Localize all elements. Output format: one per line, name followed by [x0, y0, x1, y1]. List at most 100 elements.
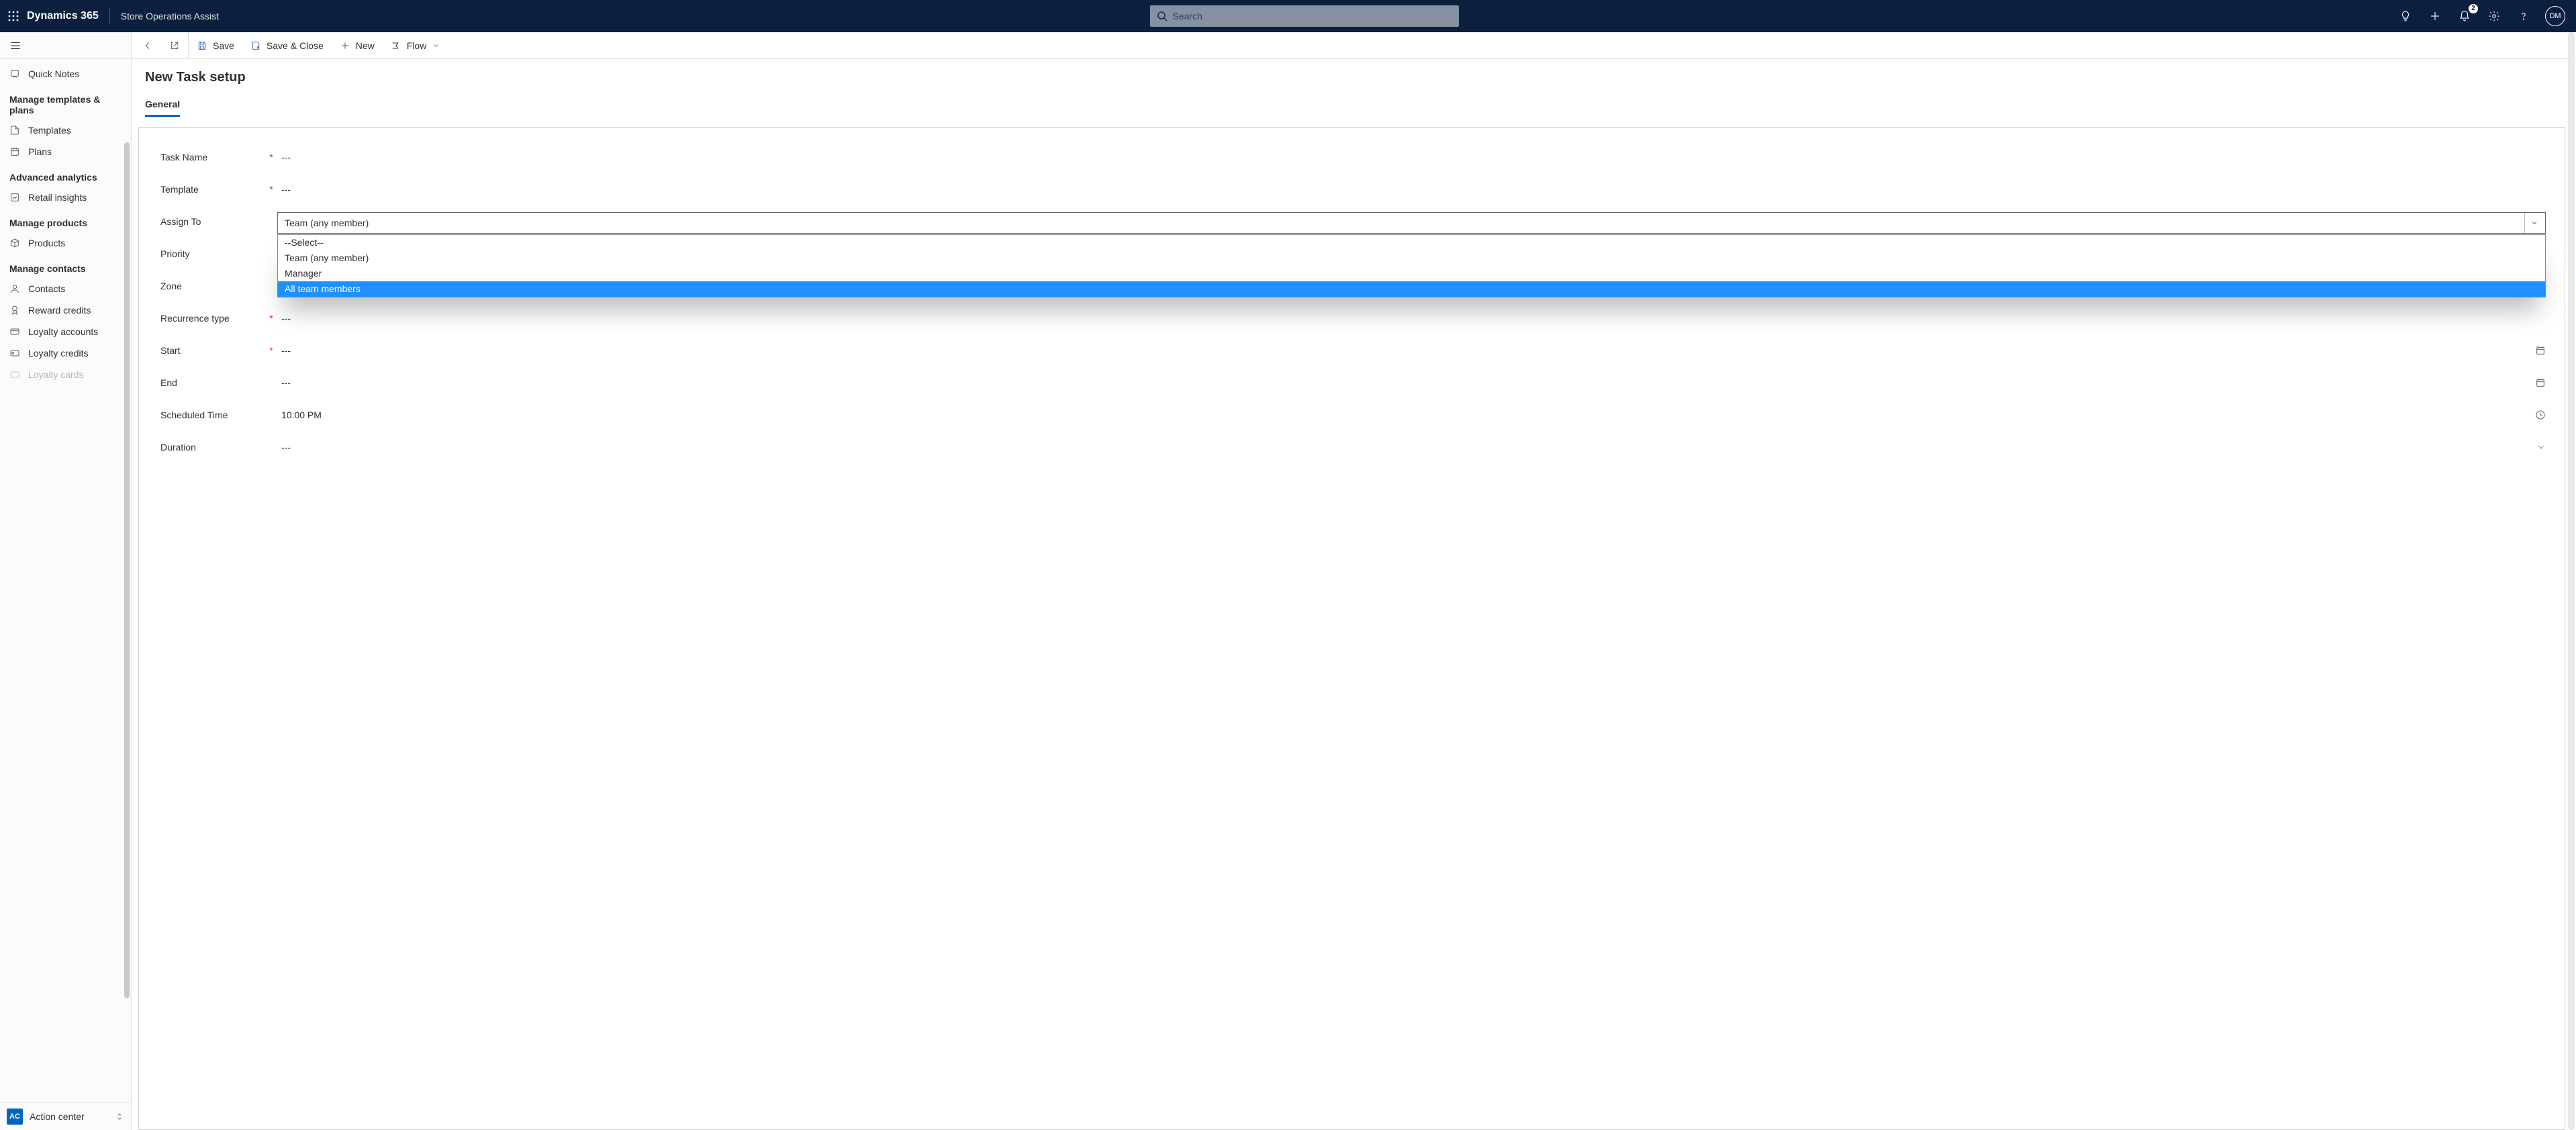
- save-label: Save: [213, 40, 234, 51]
- field-label: Zone: [160, 281, 265, 291]
- field-label: Start: [160, 345, 265, 356]
- search-input[interactable]: [1173, 11, 1452, 21]
- hamburger-icon[interactable]: [9, 40, 21, 52]
- section-contacts: Manage contacts: [0, 254, 131, 278]
- required-icon: *: [265, 313, 277, 324]
- nav-retail-insights[interactable]: Retail insights: [0, 187, 131, 208]
- nav-label: Products: [28, 238, 65, 248]
- dropdown-option[interactable]: Team (any member): [278, 250, 2545, 266]
- save-close-button[interactable]: Save & Close: [242, 32, 332, 59]
- new-button[interactable]: New: [332, 32, 383, 59]
- nav-plans[interactable]: Plans: [0, 141, 131, 162]
- chevron-down-icon[interactable]: [2536, 442, 2546, 452]
- field-value[interactable]: ---: [277, 152, 2546, 162]
- nav-templates[interactable]: Templates: [0, 120, 131, 141]
- dropdown-option-highlighted[interactable]: All team members: [278, 281, 2545, 297]
- chevron-updown-icon: [115, 1112, 124, 1121]
- global-header: Dynamics 365 Store Operations Assist 2 D…: [0, 0, 2576, 32]
- user-avatar[interactable]: DM: [2545, 6, 2565, 26]
- flow-button[interactable]: Flow: [383, 32, 448, 59]
- lightbulb-icon[interactable]: [2397, 8, 2414, 24]
- open-new-window-button[interactable]: [161, 32, 188, 59]
- app-launcher-icon[interactable]: [5, 8, 21, 24]
- field-label: End: [160, 377, 265, 388]
- nav-quick-notes[interactable]: Quick Notes: [0, 63, 131, 85]
- field-task-name[interactable]: Task Name * ---: [160, 141, 2546, 173]
- required-icon: *: [265, 345, 277, 356]
- nav-products[interactable]: Products: [0, 232, 131, 254]
- flow-label: Flow: [407, 40, 427, 51]
- field-template[interactable]: Template * ---: [160, 173, 2546, 205]
- nav-loyalty-cards[interactable]: Loyalty cards: [0, 364, 131, 385]
- field-value[interactable]: 10:00 PM: [277, 410, 2546, 420]
- save-button[interactable]: Save: [189, 32, 242, 59]
- header-divider: [109, 8, 110, 24]
- form-panel: Task Name * --- Template * --- Assign To: [138, 127, 2565, 1130]
- command-bar: Save Save & Close New Flow: [132, 32, 2576, 59]
- field-duration[interactable]: Duration ---: [160, 431, 2546, 463]
- search-icon: [1157, 11, 1167, 21]
- nav-label: Plans: [28, 146, 52, 157]
- field-value[interactable]: ---: [277, 377, 2546, 388]
- nav-label: Loyalty accounts: [28, 326, 98, 337]
- field-label: Template: [160, 184, 265, 195]
- app-name[interactable]: Store Operations Assist: [121, 11, 219, 21]
- tab-general[interactable]: General: [145, 95, 180, 116]
- section-templates-plans: Manage templates & plans: [0, 85, 131, 120]
- dropdown-option[interactable]: --Select--: [278, 235, 2545, 250]
- nav-label: Contacts: [28, 283, 65, 294]
- field-value[interactable]: ---: [277, 442, 2546, 453]
- field-assign-to: Assign To Team (any member) --Selec: [160, 205, 2546, 238]
- nav-label: Retail insights: [28, 192, 87, 203]
- nav-label: Quick Notes: [28, 68, 79, 79]
- field-end[interactable]: End ---: [160, 367, 2546, 399]
- field-value[interactable]: ---: [277, 345, 2546, 356]
- nav-loyalty-credits[interactable]: Loyalty credits: [0, 342, 131, 364]
- field-start[interactable]: Start * ---: [160, 334, 2546, 367]
- gear-icon[interactable]: [2486, 8, 2502, 24]
- section-products: Manage products: [0, 208, 131, 232]
- main-scrollbar[interactable]: [2568, 32, 2575, 1130]
- plus-icon[interactable]: [2427, 8, 2443, 24]
- save-close-label: Save & Close: [267, 40, 324, 51]
- calendar-icon[interactable]: [2535, 345, 2546, 356]
- field-recurrence-type[interactable]: Recurrence type * ---: [160, 302, 2546, 334]
- notification-count-badge: 2: [2469, 4, 2478, 13]
- chevron-down-icon: [2524, 213, 2538, 233]
- assign-to-dropdown-menu: --Select-- Team (any member) Manager All…: [277, 234, 2546, 297]
- area-label: Action center: [30, 1111, 85, 1122]
- nav-contacts[interactable]: Contacts: [0, 278, 131, 299]
- field-label: Task Name: [160, 152, 265, 162]
- global-search[interactable]: [1150, 5, 1459, 27]
- dropdown-option[interactable]: Manager: [278, 266, 2545, 281]
- new-label: New: [356, 40, 375, 51]
- nav-reward-credits[interactable]: Reward credits: [0, 299, 131, 321]
- sidebar-area-switcher[interactable]: AC Action center: [0, 1102, 131, 1130]
- field-value[interactable]: ---: [277, 184, 2546, 195]
- field-label: Priority: [160, 248, 265, 259]
- clock-icon[interactable]: [2535, 410, 2546, 420]
- nav-label: Loyalty credits: [28, 348, 88, 359]
- tab-label: General: [145, 99, 180, 109]
- nav-loyalty-accounts[interactable]: Loyalty accounts: [0, 321, 131, 342]
- nav-label: Loyalty cards: [28, 369, 83, 380]
- page-header: New Task setup General: [132, 59, 2576, 117]
- sidebar-scrollbar[interactable]: [124, 59, 130, 1102]
- nav-label: Templates: [28, 125, 71, 136]
- field-scheduled-time[interactable]: Scheduled Time 10:00 PM: [160, 399, 2546, 431]
- field-label: Assign To: [160, 212, 265, 227]
- sidebar-hamburger-row: [0, 32, 131, 59]
- required-icon: *: [265, 184, 277, 195]
- page-title: New Task setup: [145, 70, 2563, 85]
- field-label: Scheduled Time: [160, 410, 265, 420]
- area-badge: AC: [7, 1109, 23, 1125]
- brand-name[interactable]: Dynamics 365: [27, 10, 99, 22]
- assign-to-dropdown[interactable]: Team (any member): [277, 212, 2546, 234]
- back-button[interactable]: [134, 32, 161, 59]
- help-icon[interactable]: [2516, 8, 2532, 24]
- field-label: Recurrence type: [160, 313, 265, 324]
- calendar-icon[interactable]: [2535, 377, 2546, 388]
- notification-bell-icon[interactable]: 2: [2456, 8, 2473, 24]
- avatar-initials: DM: [2549, 12, 2561, 20]
- field-value[interactable]: ---: [277, 313, 2546, 324]
